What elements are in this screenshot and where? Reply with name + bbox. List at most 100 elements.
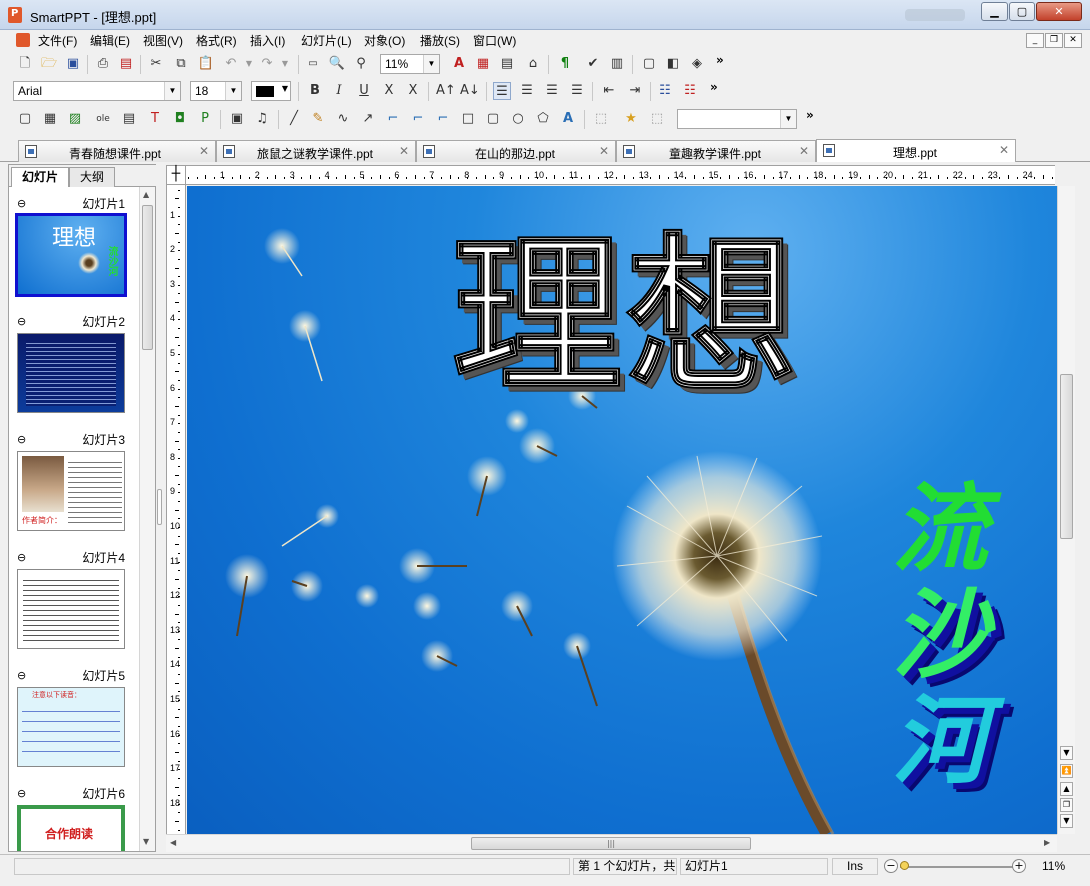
zoom-in-button[interactable]: + xyxy=(1012,859,1026,873)
menu-slide[interactable]: 幻灯片(L) xyxy=(301,32,352,49)
close-button[interactable]: ✕ xyxy=(1036,2,1082,21)
rectangle-icon[interactable]: □ xyxy=(459,110,477,128)
redo-dropdown-icon[interactable]: ▼ xyxy=(276,55,294,73)
doc-minimize-button[interactable]: _ xyxy=(1026,33,1044,48)
maximize-button[interactable]: ▢ xyxy=(1009,2,1035,21)
scroll-down-icon[interactable]: ▼ xyxy=(1060,746,1073,760)
menu-window[interactable]: 窗口(W) xyxy=(473,32,516,49)
document-icon[interactable] xyxy=(16,33,30,47)
align-center-icon[interactable]: ☰ xyxy=(518,82,536,100)
insert-picture-icon[interactable]: ▨ xyxy=(66,110,84,128)
slide-thumbnail-5[interactable]: ⊖ 幻灯片5 注意以下读音： xyxy=(9,665,139,782)
insert-textbox-icon[interactable]: ▢ xyxy=(16,110,34,128)
slide-title[interactable]: 理想 xyxy=(451,215,800,417)
scroll-right-icon[interactable]: ▶ xyxy=(1044,838,1050,847)
page-number-icon[interactable]: ▭ xyxy=(304,55,322,73)
doc-tab-4[interactable]: 童趣教学课件.ppt ✕ xyxy=(616,140,816,162)
font-name-select[interactable]: Arial ▼ xyxy=(13,81,181,101)
undo-icon[interactable]: ↶ xyxy=(222,55,240,73)
insert-field-icon[interactable]: P xyxy=(196,110,214,128)
menu-edit[interactable]: 编辑(E) xyxy=(90,32,130,49)
open-folder-icon[interactable]: 🗁 xyxy=(40,55,58,73)
undo-dropdown-icon[interactable]: ▼ xyxy=(240,55,258,73)
notes-icon[interactable]: ▤ xyxy=(498,55,516,73)
close-tab-icon[interactable]: ✕ xyxy=(399,144,409,158)
insert-wordart-icon[interactable]: ▤ xyxy=(120,110,138,128)
insert-movie-icon[interactable]: ▣ xyxy=(228,110,246,128)
horizontal-scroll-thumb[interactable]: ||| xyxy=(471,837,751,850)
rounded-rectangle-icon[interactable]: ▢ xyxy=(484,110,502,128)
toolbar-more-icon[interactable]: » xyxy=(806,108,814,122)
star-icon[interactable]: ★ xyxy=(622,110,640,128)
align-left-icon[interactable]: ☰ xyxy=(493,82,511,100)
panel-splitter[interactable] xyxy=(156,164,164,852)
slide-vertical-text[interactable]: 流 沙 河 xyxy=(892,476,1002,794)
underline-icon[interactable]: U xyxy=(355,82,373,100)
arrow-icon[interactable]: ↗ xyxy=(359,110,377,128)
properties-icon[interactable]: ◧ xyxy=(664,55,682,73)
next-slide-icon[interactable]: ▼ xyxy=(1060,814,1073,828)
decrease-font-icon[interactable]: A↓ xyxy=(460,82,480,100)
zoom-select[interactable]: 11% ▼ xyxy=(380,54,440,74)
scroll-down-icon[interactable]: ▼ xyxy=(143,837,149,846)
menu-insert[interactable]: 插入(I) xyxy=(250,32,285,49)
slide-layout-icon[interactable]: ▦ xyxy=(474,55,492,73)
menu-view[interactable]: 视图(V) xyxy=(143,32,183,49)
slide-canvas[interactable]: 理想 流 沙 河 xyxy=(187,186,1057,834)
template-icon[interactable]: ▢ xyxy=(640,55,658,73)
increase-font-icon[interactable]: A↑ xyxy=(436,82,456,100)
elbow-connector-icon[interactable]: ⌐ xyxy=(409,110,427,128)
insert-sound-icon[interactable]: ♫ xyxy=(253,110,271,128)
close-tab-icon[interactable]: ✕ xyxy=(999,143,1009,157)
panel-scrollbar[interactable]: ▲ ▼ xyxy=(139,187,155,851)
menu-play[interactable]: 播放(S) xyxy=(420,32,460,49)
line-icon[interactable]: ╱ xyxy=(285,110,303,128)
slide-thumbnail-1[interactable]: ⊖ 幻灯片1 理想 流沙河 xyxy=(9,193,139,310)
insert-ole-icon[interactable]: ole xyxy=(94,110,112,128)
toolbar-more-icon[interactable]: » xyxy=(710,80,718,94)
zoom-out-button[interactable]: − xyxy=(884,859,898,873)
scroll-up-icon[interactable]: ▲ xyxy=(1060,782,1073,796)
package-icon[interactable]: ◈ xyxy=(688,55,706,73)
paste-icon[interactable]: 📋 xyxy=(197,55,215,73)
new-file-icon[interactable]: 🗋 xyxy=(16,55,34,73)
doc-restore-button[interactable]: ❐ xyxy=(1045,33,1063,48)
curved-connector-icon[interactable]: ⌐ xyxy=(434,110,452,128)
toolbar-more-icon[interactable]: » xyxy=(716,53,724,67)
scroll-left-icon[interactable]: ◀ xyxy=(170,838,176,847)
close-tab-icon[interactable]: ✕ xyxy=(599,144,609,158)
menu-file[interactable]: 文件(F) xyxy=(38,32,77,49)
slide-thumbnail-3[interactable]: ⊖ 幻灯片3 作者简介： xyxy=(9,429,139,546)
wordart-icon[interactable]: A xyxy=(559,110,577,128)
pencil-icon[interactable]: ✎ xyxy=(309,110,327,128)
ruler-corner[interactable]: ┼ xyxy=(166,165,186,185)
format-painter-icon[interactable]: ⌂ xyxy=(524,55,542,73)
slide-thumbnail-6[interactable]: ⊖ 幻灯片6 合作朗读 xyxy=(9,783,139,851)
doc-tab-1[interactable]: 青春随想课件.ppt ✕ xyxy=(18,140,216,162)
style-select[interactable]: ▼ xyxy=(677,109,797,129)
splitter-grip[interactable] xyxy=(157,489,162,525)
menu-format[interactable]: 格式(R) xyxy=(196,32,237,49)
tab-outline[interactable]: 大纲 xyxy=(69,167,115,187)
bold-icon[interactable]: B xyxy=(306,82,324,100)
redo-icon[interactable]: ↷ xyxy=(258,55,276,73)
font-color-picker[interactable]: ▼ xyxy=(251,81,291,101)
strikethrough-icon[interactable]: X xyxy=(380,82,398,100)
paragraph-mark-icon[interactable]: ¶ xyxy=(556,55,574,73)
minimize-button[interactable]: ▁ xyxy=(981,2,1008,21)
previous-slide-icon[interactable]: ⏫ xyxy=(1060,764,1073,778)
shapes-icon[interactable]: ⬠ xyxy=(534,110,552,128)
font-size-select[interactable]: 18 ▼ xyxy=(190,81,242,101)
zoom-icon[interactable]: ⚲ xyxy=(352,55,370,73)
decrease-indent-icon[interactable]: ⇤ xyxy=(600,82,618,100)
text-box-icon[interactable]: A xyxy=(450,55,468,73)
doc-tab-3[interactable]: 在山的那边.ppt ✕ xyxy=(416,140,616,162)
copy-icon[interactable]: ⧉ xyxy=(172,55,190,73)
align-right-icon[interactable]: ☰ xyxy=(543,82,561,100)
connector-icon[interactable]: ⌐ xyxy=(384,110,402,128)
panel-scroll-thumb[interactable] xyxy=(142,205,153,350)
zoom-slider-knob[interactable] xyxy=(900,861,909,870)
tab-slides[interactable]: 幻灯片 xyxy=(11,167,69,187)
print-icon[interactable]: ⎙ xyxy=(94,55,112,73)
slide-thumbnail-4[interactable]: ⊖ 幻灯片4 xyxy=(9,547,139,664)
